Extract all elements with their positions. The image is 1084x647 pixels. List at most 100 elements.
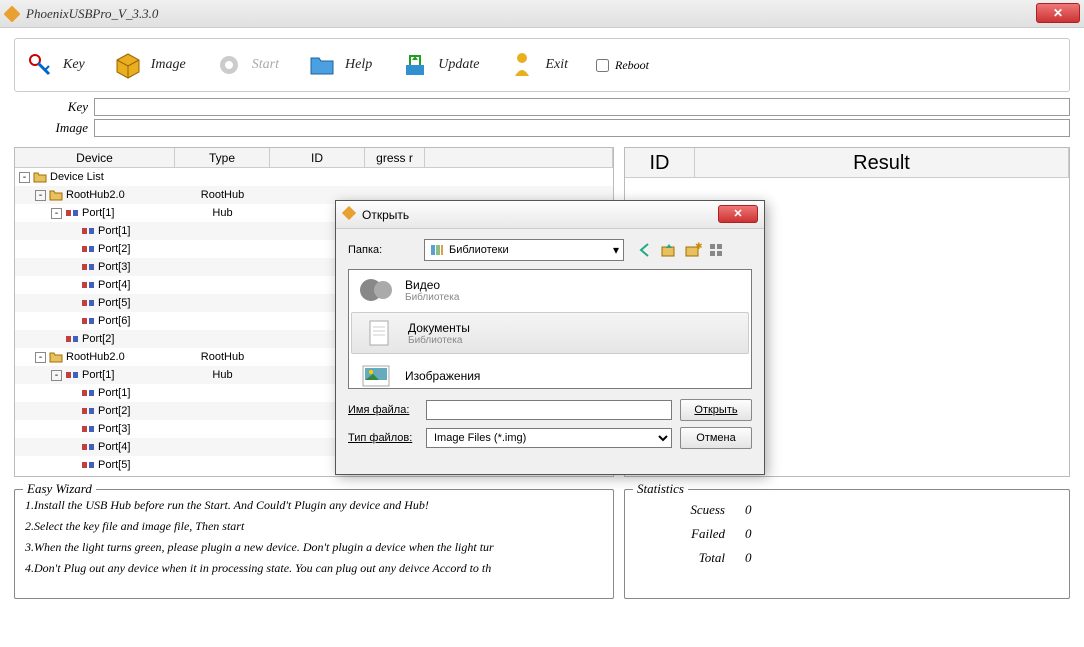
- key-field-label: Key: [14, 99, 94, 115]
- wizard-line: 4.Don't Plug out any device when it in p…: [25, 561, 603, 576]
- dialog-title: Открыть: [362, 208, 409, 222]
- stat-row: Failed0: [635, 526, 1059, 542]
- help-button[interactable]: Help: [307, 50, 372, 80]
- image-label: Image: [151, 57, 186, 73]
- image-icon: [357, 360, 395, 389]
- device-label: RootHub2.0: [66, 189, 125, 201]
- svg-text:✱: ✱: [695, 241, 702, 251]
- wizard-panel: Easy Wizard 1.Install the USB Hub before…: [14, 489, 614, 599]
- nav-back-icon[interactable]: [636, 241, 654, 259]
- file-item[interactable]: ВидеоБиблиотека: [349, 270, 751, 310]
- app-icon: [4, 6, 20, 22]
- port-icon: [81, 261, 95, 273]
- device-label: Port[2]: [98, 405, 130, 417]
- device-label: Port[6]: [98, 315, 130, 327]
- device-label: Port[1]: [98, 225, 130, 237]
- start-button: Start: [214, 50, 279, 80]
- doc-icon: [360, 317, 398, 349]
- port-icon: [81, 405, 95, 417]
- start-label: Start: [252, 57, 279, 73]
- expand-toggle[interactable]: -: [51, 370, 62, 381]
- open-file-dialog: Открыть ✕ Папка: Библиотеки ▾ ✱ ВидеоБиб…: [335, 200, 765, 475]
- dialog-titlebar[interactable]: Открыть ✕: [336, 201, 764, 229]
- device-label: Port[3]: [98, 261, 130, 273]
- window-title: PhoenixUSBPro_V_3.3.0: [26, 6, 158, 22]
- dialog-icon: [342, 206, 356, 223]
- expand-toggle[interactable]: -: [35, 352, 46, 363]
- wizard-line: 1.Install the USB Hub before run the Sta…: [25, 498, 603, 513]
- reboot-checkbox-group[interactable]: Reboot: [596, 58, 649, 73]
- exit-button[interactable]: Exit: [507, 50, 568, 80]
- video-icon: [357, 274, 395, 306]
- open-button[interactable]: Открыть: [680, 399, 752, 421]
- person-icon: [507, 50, 537, 80]
- folder-icon: [49, 351, 63, 363]
- expand-toggle[interactable]: -: [51, 208, 62, 219]
- result-col-result[interactable]: Result: [695, 148, 1069, 177]
- file-item[interactable]: Изображения: [349, 356, 751, 389]
- col-id[interactable]: ID: [270, 148, 365, 167]
- update-button[interactable]: Update: [400, 50, 479, 80]
- expand-toggle[interactable]: -: [19, 172, 30, 183]
- port-icon: [65, 333, 79, 345]
- device-type: Hub: [175, 207, 270, 219]
- image-field-label: Image: [14, 120, 94, 136]
- device-row[interactable]: -Device List: [15, 168, 613, 186]
- port-icon: [81, 441, 95, 453]
- update-label: Update: [438, 57, 479, 73]
- folder-dropdown[interactable]: Библиотеки ▾: [424, 239, 624, 261]
- file-name: Изображения: [405, 369, 480, 383]
- col-device[interactable]: Device: [15, 148, 175, 167]
- device-label: Port[5]: [98, 297, 130, 309]
- key-label: Key: [63, 57, 85, 73]
- device-label: Port[1]: [82, 369, 114, 381]
- port-icon: [81, 423, 95, 435]
- stat-label: Failed: [635, 526, 745, 542]
- box-icon: [113, 50, 143, 80]
- stat-value: 0: [745, 502, 752, 518]
- result-col-id[interactable]: ID: [625, 148, 695, 177]
- expand-toggle[interactable]: -: [35, 190, 46, 201]
- key-button[interactable]: Key: [25, 50, 85, 80]
- device-type: Hub: [175, 369, 270, 381]
- port-icon: [81, 243, 95, 255]
- device-label: RootHub2.0: [66, 351, 125, 363]
- col-progress[interactable]: gress r: [365, 148, 425, 167]
- filetype-label: Тип файлов:: [348, 432, 418, 444]
- port-icon: [65, 207, 79, 219]
- image-button[interactable]: Image: [113, 50, 186, 80]
- key-icon: [25, 50, 55, 80]
- nav-newfolder-icon[interactable]: ✱: [684, 241, 702, 259]
- filename-label: Имя файла:: [348, 404, 418, 416]
- help-label: Help: [345, 57, 372, 73]
- reboot-label: Reboot: [615, 58, 649, 73]
- window-close-button[interactable]: ✕: [1036, 3, 1080, 23]
- port-icon: [81, 459, 95, 471]
- gear-icon: [214, 50, 244, 80]
- folder-icon: [307, 50, 337, 80]
- filename-input[interactable]: [426, 400, 672, 420]
- wizard-line: 2.Select the key file and image file, Th…: [25, 519, 603, 534]
- nav-view-icon[interactable]: [708, 241, 726, 259]
- stat-row: Scuess0: [635, 502, 1059, 518]
- device-label: Port[3]: [98, 423, 130, 435]
- filetype-select[interactable]: Image Files (*.img): [426, 428, 672, 448]
- col-type[interactable]: Type: [175, 148, 270, 167]
- port-icon: [81, 315, 95, 327]
- device-label: Port[1]: [98, 387, 130, 399]
- image-input[interactable]: [94, 119, 1070, 137]
- file-item[interactable]: ДокументыБиблиотека: [351, 312, 749, 354]
- wizard-line: 3.When the light turns green, please plu…: [25, 540, 603, 555]
- device-label: Port[1]: [82, 207, 114, 219]
- folder-label: Папка:: [348, 244, 418, 256]
- file-list[interactable]: ВидеоБиблиотекаДокументыБиблиотека Изобра…: [348, 269, 752, 389]
- cancel-button[interactable]: Отмена: [680, 427, 752, 449]
- dialog-close-button[interactable]: ✕: [718, 205, 758, 223]
- key-input[interactable]: [94, 98, 1070, 116]
- nav-up-icon[interactable]: [660, 241, 678, 259]
- device-label: Port[5]: [98, 459, 130, 471]
- port-icon: [81, 225, 95, 237]
- port-icon: [81, 387, 95, 399]
- stats-panel: Statistics Scuess0Failed0Total0: [624, 489, 1070, 599]
- reboot-checkbox[interactable]: [596, 59, 609, 72]
